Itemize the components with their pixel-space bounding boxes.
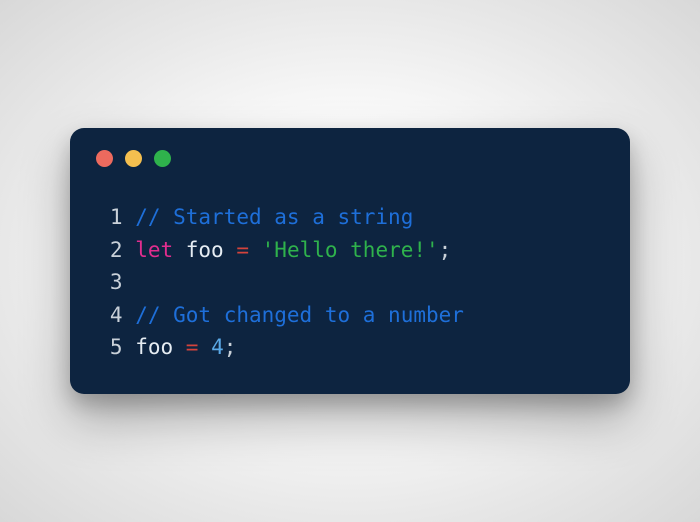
line-content: // Got changed to a number bbox=[135, 299, 464, 332]
code-token: 'Hello there!' bbox=[262, 238, 439, 262]
line-content: let foo = 'Hello there!'; bbox=[135, 234, 451, 267]
code-line: 1 // Started as a string bbox=[96, 201, 604, 234]
line-number: 2 bbox=[96, 234, 123, 267]
close-icon[interactable] bbox=[96, 150, 113, 167]
code-line: 2 let foo = 'Hello there!'; bbox=[96, 234, 604, 267]
code-window: 1 // Started as a string 2 let foo = 'Hello… bbox=[70, 128, 630, 394]
code-line: 3 bbox=[96, 266, 604, 299]
minimize-icon[interactable] bbox=[125, 150, 142, 167]
code-token: // Started as a string bbox=[135, 205, 413, 229]
line-content: foo = 4; bbox=[135, 331, 236, 364]
code-token: foo bbox=[135, 335, 186, 359]
code-token: ; bbox=[439, 238, 452, 262]
code-line: 4 // Got changed to a number bbox=[96, 299, 604, 332]
line-number: 4 bbox=[96, 299, 123, 332]
line-number: 5 bbox=[96, 331, 123, 364]
zoom-icon[interactable] bbox=[154, 150, 171, 167]
line-content: // Started as a string bbox=[135, 201, 413, 234]
code-token bbox=[249, 238, 262, 262]
line-number: 1 bbox=[96, 201, 123, 234]
code-line: 5 foo = 4; bbox=[96, 331, 604, 364]
line-number: 3 bbox=[96, 266, 123, 299]
code-token bbox=[198, 335, 211, 359]
window-controls bbox=[96, 150, 604, 167]
code-token: foo bbox=[173, 238, 236, 262]
code-token: = bbox=[186, 335, 199, 359]
code-token: ; bbox=[224, 335, 237, 359]
code-token: = bbox=[236, 238, 249, 262]
code-token: let bbox=[135, 238, 173, 262]
code-token: // Got changed to a number bbox=[135, 303, 464, 327]
code-editor: 1 // Started as a string 2 let foo = 'Hello… bbox=[96, 201, 604, 364]
code-token: 4 bbox=[211, 335, 224, 359]
